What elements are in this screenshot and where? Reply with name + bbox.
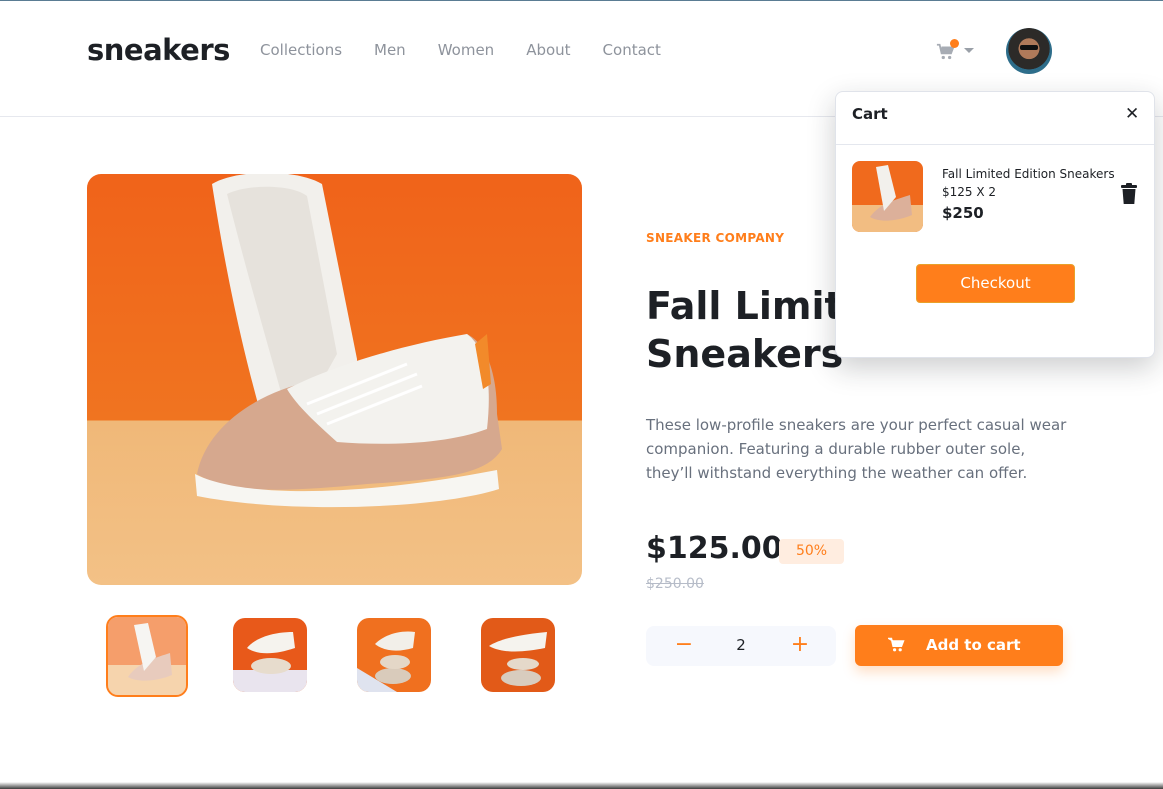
nav-contact[interactable]: Contact <box>603 41 661 59</box>
cart-button[interactable] <box>936 39 976 63</box>
avatar-glasses <box>1020 45 1038 50</box>
add-to-cart-label: Add to cart <box>926 636 1021 654</box>
thumbnail-4[interactable] <box>481 618 555 692</box>
thumbnail-3-image <box>357 618 431 692</box>
chevron-down-icon <box>964 48 974 53</box>
original-price: $250.00 <box>646 576 704 592</box>
current-price: $125.00 <box>646 531 783 566</box>
increase-quantity-button[interactable]: + <box>790 634 810 656</box>
nav-about[interactable]: About <box>526 41 570 59</box>
close-icon[interactable]: ✕ <box>1125 104 1139 124</box>
add-to-cart-button[interactable]: Add to cart <box>855 625 1063 666</box>
main-nav: Collections Men Women About Contact <box>260 41 693 59</box>
thumbnail-2[interactable] <box>233 618 307 692</box>
sneaker-illustration <box>195 174 502 508</box>
thumbnail-1[interactable] <box>106 615 188 697</box>
cart-badge <box>950 39 959 48</box>
cart-item-image <box>852 161 923 232</box>
nav-men[interactable]: Men <box>374 41 406 59</box>
product-title-line2: Sneakers <box>646 332 844 376</box>
cart-dropdown: Cart ✕ Fall Limited Edition Sneakers $12… <box>835 91 1155 358</box>
product-description: These low-profile sneakers are your perf… <box>646 416 1067 482</box>
cart-divider <box>836 144 1154 145</box>
cart-title: Cart <box>852 105 888 123</box>
cart-item-thumbnail <box>852 161 923 232</box>
product-hero-image[interactable] <box>87 174 582 585</box>
thumbnail-3[interactable] <box>357 618 431 692</box>
company-name: SNEAKER COMPANY <box>646 231 785 245</box>
nav-collections[interactable]: Collections <box>260 41 342 59</box>
logo[interactable]: sneakers <box>87 33 230 67</box>
nav-women[interactable]: Women <box>438 41 494 59</box>
cart-item-total: $250 <box>942 204 984 222</box>
trash-icon[interactable] <box>1120 183 1138 205</box>
cart-item-quantity: $125 X 2 <box>942 185 997 199</box>
quantity-stepper: − 2 + <box>646 626 836 666</box>
thumbnail-2-image <box>233 618 307 692</box>
window-bottom-edge <box>0 782 1163 789</box>
avatar[interactable] <box>1006 28 1052 74</box>
quantity-value: 2 <box>736 636 746 654</box>
discount-badge: 50% <box>779 539 844 564</box>
decrease-quantity-button[interactable]: − <box>674 634 694 656</box>
checkout-button[interactable]: Checkout <box>916 264 1075 303</box>
cart-icon <box>888 637 905 652</box>
thumbnail-active-overlay <box>108 617 186 695</box>
cart-item-name: Fall Limited Edition Sneakers <box>942 167 1115 181</box>
thumbnail-4-image <box>481 618 555 692</box>
